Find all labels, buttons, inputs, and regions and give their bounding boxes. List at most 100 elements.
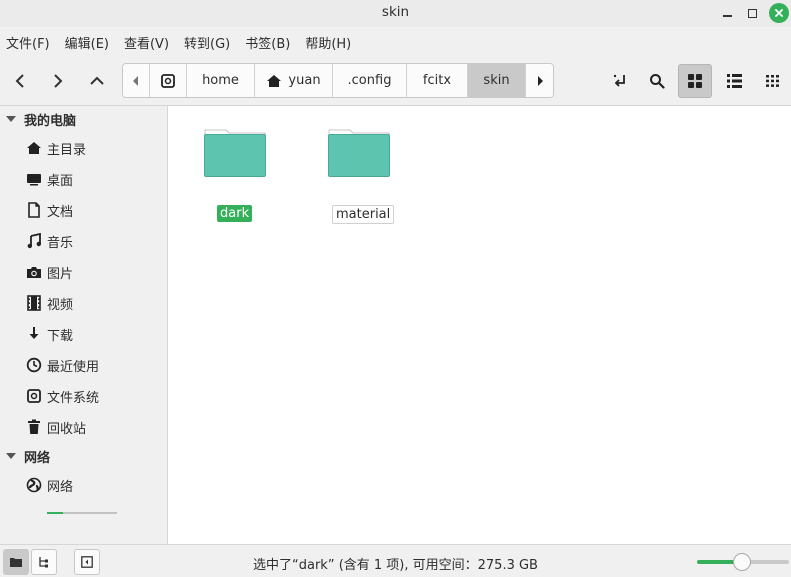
drive-icon	[161, 73, 175, 88]
sidebar-item-videos[interactable]: 视频	[26, 291, 73, 315]
window-title: skin	[381, 4, 410, 20]
folder-item-material[interactable]: material	[313, 127, 395, 227]
sidebar-item-home[interactable]: 主目录	[26, 136, 86, 160]
desktop-icon	[26, 171, 42, 187]
drive-icon	[26, 388, 42, 404]
sidebar-section-title: 网络	[24, 450, 51, 466]
close-icon	[775, 9, 783, 17]
menu-help[interactable]: 帮助(H)	[305, 33, 351, 52]
breadcrumb-fcitx[interactable]: fcitx	[407, 64, 468, 97]
clock-icon	[26, 357, 42, 373]
home-icon	[26, 140, 42, 156]
sidebar-item-desktop[interactable]: 桌面	[26, 167, 73, 191]
toggle-location-button[interactable]	[603, 64, 637, 98]
camera-icon	[26, 264, 42, 280]
maximize-button[interactable]	[742, 3, 762, 23]
list-view-button[interactable]	[717, 64, 751, 98]
sidebar-item-label: 下载	[47, 328, 74, 344]
zoom-slider-handle[interactable]	[733, 553, 751, 571]
back-arrow-icon	[15, 74, 24, 88]
breadcrumb-label: skin	[483, 73, 510, 88]
sidebar-item-label: 文件系统	[47, 390, 100, 406]
breadcrumb-home[interactable]: home	[187, 64, 255, 97]
home-icon	[267, 74, 282, 87]
menu-bookmarks[interactable]: 书签(B)	[245, 33, 290, 52]
sidebar-item-label: 视频	[47, 297, 74, 313]
sidebar-item-music[interactable]: 音乐	[26, 229, 73, 253]
sidebar-item-label: 回收站	[47, 421, 87, 437]
breadcrumb-label: home	[202, 73, 239, 88]
close-button[interactable]	[769, 3, 789, 23]
breadcrumb-label: .config	[347, 73, 392, 88]
file-name-label: dark	[217, 205, 253, 222]
sidebar-item-recent[interactable]: 最近使用	[26, 353, 99, 377]
compact-list-icon	[766, 75, 779, 87]
sidebar-item-label: 图片	[47, 266, 74, 282]
sidebar-item-label: 网络	[47, 479, 74, 495]
sidebar-item-filesystem[interactable]: 文件系统	[26, 384, 99, 408]
sidebar-item-pictures[interactable]: 图片	[26, 260, 73, 284]
sidebar-item-network[interactable]: 网络	[26, 473, 73, 497]
breadcrumb-label: yuan	[288, 73, 321, 88]
menu-view[interactable]: 查看(V)	[124, 33, 169, 52]
sidebar-item-trash[interactable]: 回收站	[26, 415, 86, 439]
sidebar-section-title: 我的电脑	[24, 113, 77, 129]
maximize-icon	[747, 8, 757, 18]
usage-fill	[47, 512, 63, 514]
sidebar-item-documents[interactable]: 文档	[26, 198, 73, 222]
breadcrumb-yuan[interactable]: yuan	[255, 64, 333, 97]
menu-file[interactable]: 文件(F)	[6, 33, 50, 52]
folder-icon	[204, 129, 266, 177]
minimize-icon	[722, 15, 732, 17]
caret-right-icon	[537, 75, 543, 86]
expander-icon	[6, 116, 16, 122]
download-icon	[26, 326, 42, 342]
caret-left-icon	[133, 75, 138, 86]
list-icon	[726, 74, 742, 88]
search-button[interactable]	[640, 64, 674, 98]
film-icon	[26, 295, 42, 311]
status-text: 选中了“dark” (含有 1 项), 可用空间：275.3 GB	[253, 558, 538, 573]
music-icon	[26, 233, 42, 249]
breadcrumb-label: fcitx	[422, 73, 452, 88]
search-icon	[650, 74, 665, 89]
minimize-button[interactable]	[717, 3, 737, 23]
status-bar: 选中了“dark” (含有 1 项), 可用空间：275.3 GB	[0, 544, 791, 577]
back-button[interactable]	[7, 67, 33, 95]
sidebar-item-label: 主目录	[47, 142, 87, 158]
sidebar-section-my-computer[interactable]: 我的电脑	[0, 107, 76, 131]
sidebar-item-label: 最近使用	[47, 359, 100, 375]
toolbar: home yuan .config fcitx skin	[0, 57, 791, 106]
grid-icon	[688, 74, 702, 88]
breadcrumb-scroll-left[interactable]	[123, 64, 150, 97]
sidebar: 我的电脑 主目录 桌面 文档 音乐 图片 视频 下载 最近使用 文件系统 回收站	[0, 106, 168, 544]
file-view[interactable]: dark material	[168, 106, 791, 544]
breadcrumb-filesystem[interactable]	[150, 64, 187, 97]
up-arrow-icon	[90, 76, 104, 85]
menu-go[interactable]: 转到(G)	[184, 33, 230, 52]
location-entry-icon	[613, 74, 625, 87]
file-name-label: material	[332, 205, 395, 224]
compact-view-button[interactable]	[756, 64, 790, 98]
forward-arrow-icon	[54, 74, 63, 88]
trash-icon	[26, 419, 42, 435]
up-button[interactable]	[84, 67, 110, 95]
breadcrumb-config[interactable]: .config	[333, 64, 407, 97]
breadcrumb-skin[interactable]: skin	[468, 64, 526, 97]
sidebar-section-network[interactable]: 网络	[0, 444, 50, 468]
icon-view-button[interactable]	[678, 64, 712, 98]
zoom-slider[interactable]	[697, 553, 789, 571]
folder-icon	[328, 129, 390, 177]
sidebar-item-label: 文档	[47, 204, 74, 220]
document-icon	[26, 202, 42, 218]
sidebar-item-downloads[interactable]: 下载	[26, 322, 73, 346]
expander-icon	[6, 453, 16, 459]
folder-item-dark[interactable]: dark	[189, 127, 269, 227]
sidebar-item-label: 桌面	[47, 173, 74, 189]
breadcrumb-scroll-right[interactable]	[526, 64, 553, 97]
menu-edit[interactable]: 编辑(E)	[65, 33, 109, 52]
forward-button[interactable]	[45, 67, 71, 95]
filesystem-usage-bar	[47, 512, 117, 514]
breadcrumb: home yuan .config fcitx skin	[122, 63, 554, 98]
menu-bar: 文件(F) 编辑(E) 查看(V) 转到(G) 书签(B) 帮助(H)	[0, 27, 791, 57]
